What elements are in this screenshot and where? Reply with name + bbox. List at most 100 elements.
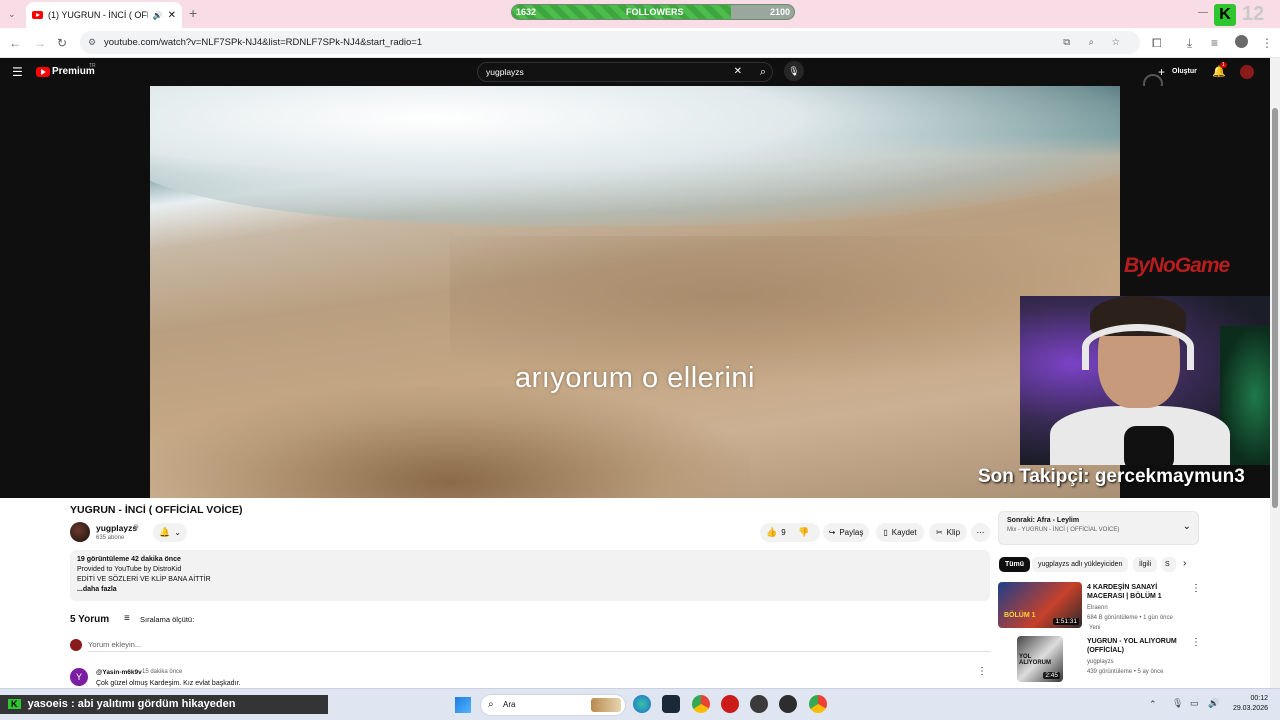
save-button[interactable]: ▯ Kaydet: [876, 523, 924, 542]
youtube-logo-icon[interactable]: [36, 67, 50, 77]
steam-icon[interactable]: [662, 695, 680, 713]
tray-arrow-icon[interactable]: ⌃: [1149, 699, 1157, 710]
create-plus-icon[interactable]: +: [1158, 65, 1165, 79]
chips-next-icon[interactable]: ›: [1183, 558, 1186, 569]
dislike-icon[interactable]: 👎: [798, 523, 809, 542]
minimize-icon[interactable]: —: [1198, 6, 1208, 20]
share-icon: ↪: [828, 528, 836, 537]
bookmark-star-icon[interactable]: ☆: [1111, 31, 1120, 54]
browser-tab-strip: ⌄ (1) YUGRUN - İNCİ ( OFFİCİ 🔊 ✕ + 1632 …: [0, 0, 1280, 28]
channel-name[interactable]: yugplayzs: [96, 523, 137, 533]
subscription-bell-button[interactable]: 🔔 ⌄: [153, 523, 187, 542]
taskbar-search[interactable]: ⌕ Ara: [480, 694, 626, 716]
profile-avatar[interactable]: [1235, 35, 1248, 48]
chip-partial[interactable]: S: [1162, 557, 1176, 572]
chrome-icon[interactable]: [692, 695, 710, 713]
video-more-icon[interactable]: ⋮: [1191, 583, 1201, 594]
obs-icon[interactable]: [750, 695, 768, 713]
tray-mic-icon[interactable]: 🎙: [1172, 698, 1183, 709]
search-icon[interactable]: ⌕: [760, 63, 766, 81]
tray-display-icon[interactable]: ▭: [1190, 698, 1199, 709]
webcam-headphones: [1082, 324, 1194, 370]
back-icon[interactable]: ←: [9, 36, 21, 50]
download-icon[interactable]: ⤓: [1187, 36, 1192, 50]
video-channel[interactable]: yugplayzs: [1087, 658, 1187, 666]
media-player-icon[interactable]: [779, 695, 797, 713]
tray-volume-icon[interactable]: 🔊: [1208, 698, 1219, 709]
mix-label: Mix - YUGRUN - İNCİ ( OFFİCİAL VOİCE): [1007, 527, 1120, 533]
opera-icon[interactable]: [721, 695, 739, 713]
zoom-icon[interactable]: ⌕: [1089, 31, 1094, 54]
clip-button[interactable]: ✂ Klip: [929, 523, 967, 542]
followers-goal-bar: 1632 FOLLOWERS 2100: [511, 4, 795, 20]
channel-avatar[interactable]: [70, 522, 90, 542]
tab-search-icon[interactable]: ⌄: [8, 7, 16, 21]
bell-icon: 🔔: [159, 527, 171, 537]
clear-search-icon[interactable]: ✕: [734, 63, 742, 81]
share-button[interactable]: ↪ Paylaş: [823, 523, 869, 542]
hamburger-menu-icon[interactable]: ☰: [12, 65, 23, 79]
video-title: YUGRUN - İNCİ ( OFFİCİAL VOİCE): [70, 504, 243, 516]
clip-label: Klip: [946, 528, 961, 537]
video-channel[interactable]: Elraenn: [1087, 604, 1187, 612]
edge-browser-icon[interactable]: [633, 695, 651, 713]
account-avatar[interactable]: [1240, 65, 1254, 79]
comment-more-icon[interactable]: ⋮: [977, 666, 987, 677]
taskbar-clock[interactable]: 00:12 29.03.2026: [1228, 694, 1268, 714]
thumbnail-label: YOL ALIYORUM: [1019, 654, 1051, 666]
video-meta: 439 görüntüleme • 5 ay önce: [1087, 669, 1164, 675]
install-icon[interactable]: ⧉: [1063, 31, 1070, 54]
video-thumbnail[interactable]: BÖLÜM 1 1:51:31: [998, 582, 1082, 628]
video-more-icon[interactable]: ⋮: [1191, 637, 1201, 648]
scrollbar-thumb[interactable]: [1272, 108, 1278, 508]
media-control-icon[interactable]: ≡: [1211, 36, 1218, 50]
extensions-icon[interactable]: ⧠: [1152, 36, 1162, 50]
like-count[interactable]: 9: [781, 523, 785, 542]
kick-chat-icon: K: [8, 699, 21, 709]
speaker-icon[interactable]: 🔊: [153, 11, 163, 20]
voice-search-icon[interactable]: 🎙: [784, 61, 804, 81]
bynogame-overlay-logo: ByNoGame: [1124, 254, 1230, 277]
create-button[interactable]: Oluştur: [1172, 68, 1197, 75]
my-avatar: [70, 639, 82, 651]
youtube-favicon-icon: [32, 11, 43, 19]
comment-input-underline: [88, 651, 990, 652]
verified-icon: ⊛: [133, 524, 139, 531]
followers-current: 1632: [516, 7, 537, 17]
up-next-panel[interactable]: Sonraki: Afra - Leylim Mix - YUGRUN - İN…: [998, 511, 1199, 545]
browser-tab[interactable]: (1) YUGRUN - İNCİ ( OFFİCİ 🔊 ✕: [26, 2, 182, 28]
like-icon[interactable]: 👍: [766, 523, 777, 542]
comment-author[interactable]: @Yasin-m6k9v: [96, 669, 142, 676]
chrome-profile-icon[interactable]: [809, 695, 827, 713]
video-thumbnail[interactable]: YOL ALIYORUM 2:45: [1017, 636, 1063, 682]
chip-uploader[interactable]: yugplayzs adlı yükleyiciden: [1032, 557, 1129, 572]
forward-icon[interactable]: →: [34, 36, 46, 50]
expand-chevron-icon[interactable]: ⌄: [1183, 521, 1191, 532]
browser-menu-icon[interactable]: ⋮: [1261, 36, 1273, 50]
comment-avatar[interactable]: Y: [70, 668, 88, 686]
new-tab-icon[interactable]: +: [189, 6, 197, 20]
chip-related[interactable]: İlgili: [1133, 557, 1158, 572]
video-title-link[interactable]: YUGRUN - YOL ALIYORUM (OFFİCİAL): [1087, 637, 1187, 655]
windows-start-icon[interactable]: [455, 697, 471, 713]
wave-foam: [150, 86, 1120, 226]
page-scrollbar[interactable]: [1270, 58, 1280, 688]
reload-icon[interactable]: ↻: [57, 36, 67, 50]
site-info-icon[interactable]: ⚙: [88, 31, 96, 54]
url-field[interactable]: ⚙ youtube.com/watch?v=NLF7SPk-NJ4&list=R…: [80, 31, 1140, 54]
notification-badge: 1: [1220, 62, 1227, 68]
sort-button[interactable]: Sıralama ölçütü:: [140, 615, 194, 624]
search-input[interactable]: yugplayzs ✕ ⌕: [477, 62, 773, 82]
video-title-link[interactable]: 4 KARDEŞİN SANAYİ MACERASI | BÖLÜM 1: [1087, 583, 1187, 601]
video-frame[interactable]: arıyorum o ellerini: [150, 86, 1120, 498]
thumbnail-label: BÖLÜM 1: [1004, 612, 1036, 619]
chip-all[interactable]: Tümü: [999, 557, 1031, 572]
show-more-link[interactable]: ...daha fazla: [77, 585, 983, 595]
more-actions-icon[interactable]: ⋯: [971, 523, 990, 542]
comment-input[interactable]: Yorum ekleyin...: [88, 640, 141, 649]
sort-icon[interactable]: ≡: [124, 613, 130, 624]
description-box[interactable]: 19 görüntüleme 42 dakika önce Provided t…: [70, 550, 990, 601]
search-value: yugplayzs: [486, 67, 524, 77]
tab-close-icon[interactable]: ✕: [168, 10, 176, 21]
description-line: EDİTİ VE SÖZLERİ VE KLİP BANA AİTTİR: [77, 576, 211, 583]
